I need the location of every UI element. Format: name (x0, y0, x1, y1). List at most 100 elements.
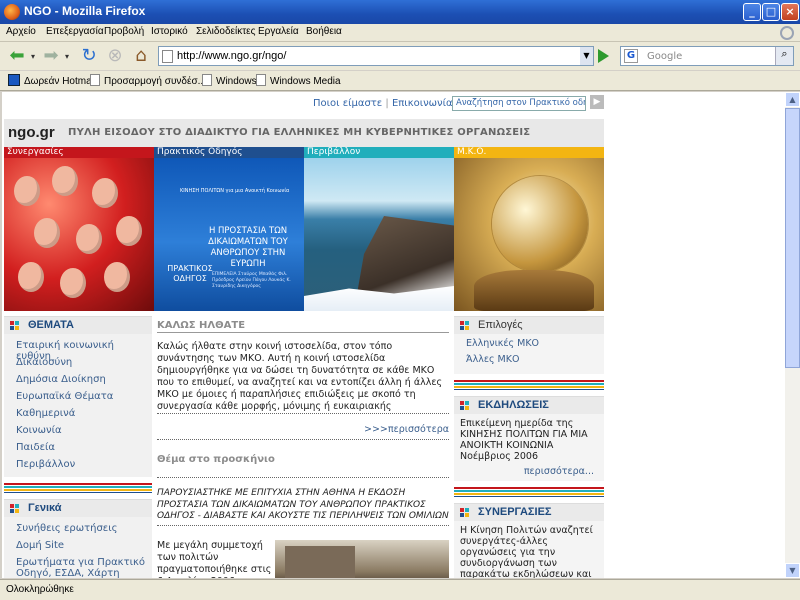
status-bar: Ολοκληρώθηκε (0, 579, 800, 600)
banner-guide[interactable]: ΚΙΝΗΣΗ ΠΟΛΙΤΩΝ για μια Ανοικτή Κοινωνία … (154, 158, 304, 311)
search-engine-icon[interactable]: G (624, 49, 638, 63)
page-viewport: Ποιοι είμαστε | Επικοινωνία Αναζήτηση στ… (2, 92, 785, 578)
close-button[interactable]: × (781, 3, 799, 21)
guide-subtitle: ΠΡΑΚΤΙΚΟΣ ΟΔΗΓΟΣ (167, 264, 213, 283)
color-stripes (454, 380, 604, 390)
search-arrow-icon[interactable]: ▶ (590, 95, 604, 109)
address-bar[interactable]: http://www.ngo.gr/ngo/ (158, 46, 594, 66)
squares-icon (460, 508, 470, 518)
bookmark-label: Windows (216, 76, 257, 87)
article: Με μεγάλη συμμετοχή των πολιτών πραγματο… (157, 539, 449, 578)
page-icon (90, 74, 100, 86)
tab-perivallon[interactable]: Περιβάλλον (304, 147, 454, 158)
site-logo[interactable]: ngo.gr (8, 124, 55, 141)
guide-logo-text: ΚΙΝΗΣΗ ΠΟΛΙΤΩΝ για μια Ανοικτή Κοινωνία (180, 188, 290, 194)
themes-header: ΘΕΜΑΤΑ (4, 316, 152, 334)
page-icon (202, 74, 212, 86)
tab-praktikos-odigos[interactable]: Πρακτικός Οδηγός (154, 147, 304, 158)
option-link[interactable]: Άλλες ΜΚΟ (460, 354, 598, 370)
theme-link[interactable]: Εταιρική κοινωνική ευθύνη (4, 338, 152, 362)
menu-help[interactable]: Βοήθεια (306, 26, 342, 37)
more-link[interactable]: >>>περισσότερα (157, 424, 449, 435)
menu-view[interactable]: Προβολή (104, 26, 144, 37)
themes-list: Εταιρική κοινωνική ευθύνη Δικαιοσύνη Δημ… (4, 334, 152, 477)
search-placeholder[interactable]: Google (647, 51, 682, 62)
banner-environment[interactable] (304, 158, 454, 311)
featured-headline[interactable]: ΠΑΡΟΥΣΙΑΣΤΗΚΕ ΜΕ ΕΠΙΤΥΧΙΑ ΣΤΗΝ ΑΘΗΝΑ Η Ε… (157, 488, 449, 523)
theme-link[interactable]: Κοινωνία (4, 423, 152, 440)
bookmark-hotmail[interactable]: Δωρεάν Hotmail (8, 74, 96, 87)
menu-history[interactable]: Ιστορικό (151, 26, 188, 37)
minimize-button[interactable]: _ (743, 3, 761, 21)
squares-icon (10, 321, 20, 331)
go-icon[interactable] (598, 49, 609, 63)
back-icon[interactable]: ⬅ (6, 45, 28, 67)
scroll-down-icon[interactable]: ▼ (785, 563, 800, 578)
bookmark-label: Προσαρμογή συνδέσ... (104, 76, 206, 87)
scroll-thumb[interactable] (785, 108, 800, 368)
bookmark-windows[interactable]: Windows (202, 74, 257, 87)
home-icon[interactable]: ⌂ (130, 45, 152, 67)
welcome-text: Καλώς ήλθατε στην κοινή ιστοσελίδα, στον… (157, 341, 443, 412)
menu-tools[interactable]: Εργαλεία (258, 26, 299, 37)
menu-file[interactable]: Αρχείο (6, 26, 36, 37)
back-dropdown-icon[interactable]: ▾ (31, 52, 35, 61)
squares-icon (460, 401, 470, 411)
options-list: Ελληνικές ΜΚΟ Άλλες ΜΚΟ (454, 334, 604, 374)
about-link[interactable]: Ποιοι είμαστε (313, 98, 382, 109)
search-box[interactable]: G Google ⌕ (620, 46, 794, 66)
address-url[interactable]: http://www.ngo.gr/ngo/ (177, 50, 286, 62)
face-shape (14, 176, 40, 206)
general-title: Γενικά (28, 502, 62, 514)
bookmark-label: Windows Media (270, 76, 341, 87)
bookmark-windows-media[interactable]: Windows Media (256, 74, 341, 87)
welcome-title: ΚΑΛΩΣ ΗΛΘΑΤΕ (157, 320, 449, 333)
scroll-up-icon[interactable]: ▲ (785, 92, 800, 107)
face-shape (18, 262, 44, 292)
url-dropdown-icon[interactable]: ▼ (580, 47, 593, 65)
site-tagline: ΠΥΛΗ ΕΙΣΟΔΟΥ ΣΤΟ ΔΙΑΔΙΚΤΥΟ ΓΙΑ ΕΛΛΗΝΙΚΕΣ… (68, 127, 531, 138)
theme-link[interactable]: Καθημερινά (4, 406, 152, 423)
forward-icon[interactable]: ➡ (40, 45, 62, 67)
page-icon (162, 50, 173, 63)
tab-synergasies[interactable]: Συνεργασίες (4, 147, 154, 158)
general-link[interactable]: Συνήθεις ερωτήσεις (4, 521, 152, 538)
theme-link[interactable]: Δημόσια Διοίκηση (4, 372, 152, 389)
theme-link[interactable]: Παιδεία (4, 440, 152, 457)
events-more-link[interactable]: περισσότερα... (460, 466, 598, 477)
title-bar: NGO - Mozilla Firefox _ □ × (0, 0, 800, 24)
site-search-input[interactable]: Αναζήτηση στον Πρακτικό οδηγό (452, 96, 586, 111)
reload-icon[interactable]: ↻ (78, 45, 100, 67)
banner-globe[interactable] (454, 158, 604, 311)
left-column: ΘΕΜΑΤΑ Εταιρική κοινωνική ευθύνη Δικαιοσ… (4, 316, 152, 578)
contact-link[interactable]: Επικοινωνία (392, 98, 453, 109)
section-tabs: Συνεργασίες Πρακτικός Οδηγός Περιβάλλον … (4, 147, 604, 158)
banner-people[interactable] (4, 158, 154, 311)
status-text: Ολοκληρώθηκε (6, 584, 74, 595)
menu-bookmarks[interactable]: Σελιδοδείκτες (196, 26, 255, 37)
vertical-scrollbar[interactable]: ▲ ▼ (785, 92, 800, 578)
menu-edit[interactable]: Επεξεργασία (46, 26, 104, 37)
tab-mko[interactable]: Μ.Κ.Ο. (454, 147, 604, 158)
synergasies-body: Η Κίνηση Πολιτών αναζητεί συνεργάτες-άλλ… (454, 521, 604, 578)
squares-icon (460, 321, 470, 331)
theme-link[interactable]: Περιβάλλον (4, 457, 152, 477)
forward-dropdown-icon[interactable]: ▾ (65, 52, 69, 61)
synergasies-text: Η Κίνηση Πολιτών αναζητεί συνεργάτες-άλλ… (460, 525, 593, 578)
event-photo[interactable] (275, 539, 449, 578)
divider (157, 524, 449, 526)
bookmark-label: Δωρεάν Hotmail (24, 76, 97, 87)
stop-icon[interactable]: ⊗ (104, 45, 126, 67)
divider (157, 439, 449, 440)
divider (157, 477, 449, 478)
general-link[interactable]: Δομή Site (4, 538, 152, 555)
bookmark-customize-links[interactable]: Προσαρμογή συνδέσ... (90, 74, 206, 87)
face-shape (76, 224, 102, 254)
maximize-button[interactable]: □ (762, 3, 780, 21)
theme-link[interactable]: Δικαιοσύνη (4, 355, 152, 372)
option-link[interactable]: Ελληνικές ΜΚΟ (460, 338, 598, 354)
general-link[interactable]: Ερωτήματα για Πρακτικό Οδηγό, ΕΣΔΑ, Χάρτ… (4, 555, 152, 578)
face-shape (52, 166, 78, 196)
search-icon[interactable]: ⌕ (775, 47, 793, 65)
theme-link[interactable]: Ευρωπαϊκά Θέματα (4, 389, 152, 406)
